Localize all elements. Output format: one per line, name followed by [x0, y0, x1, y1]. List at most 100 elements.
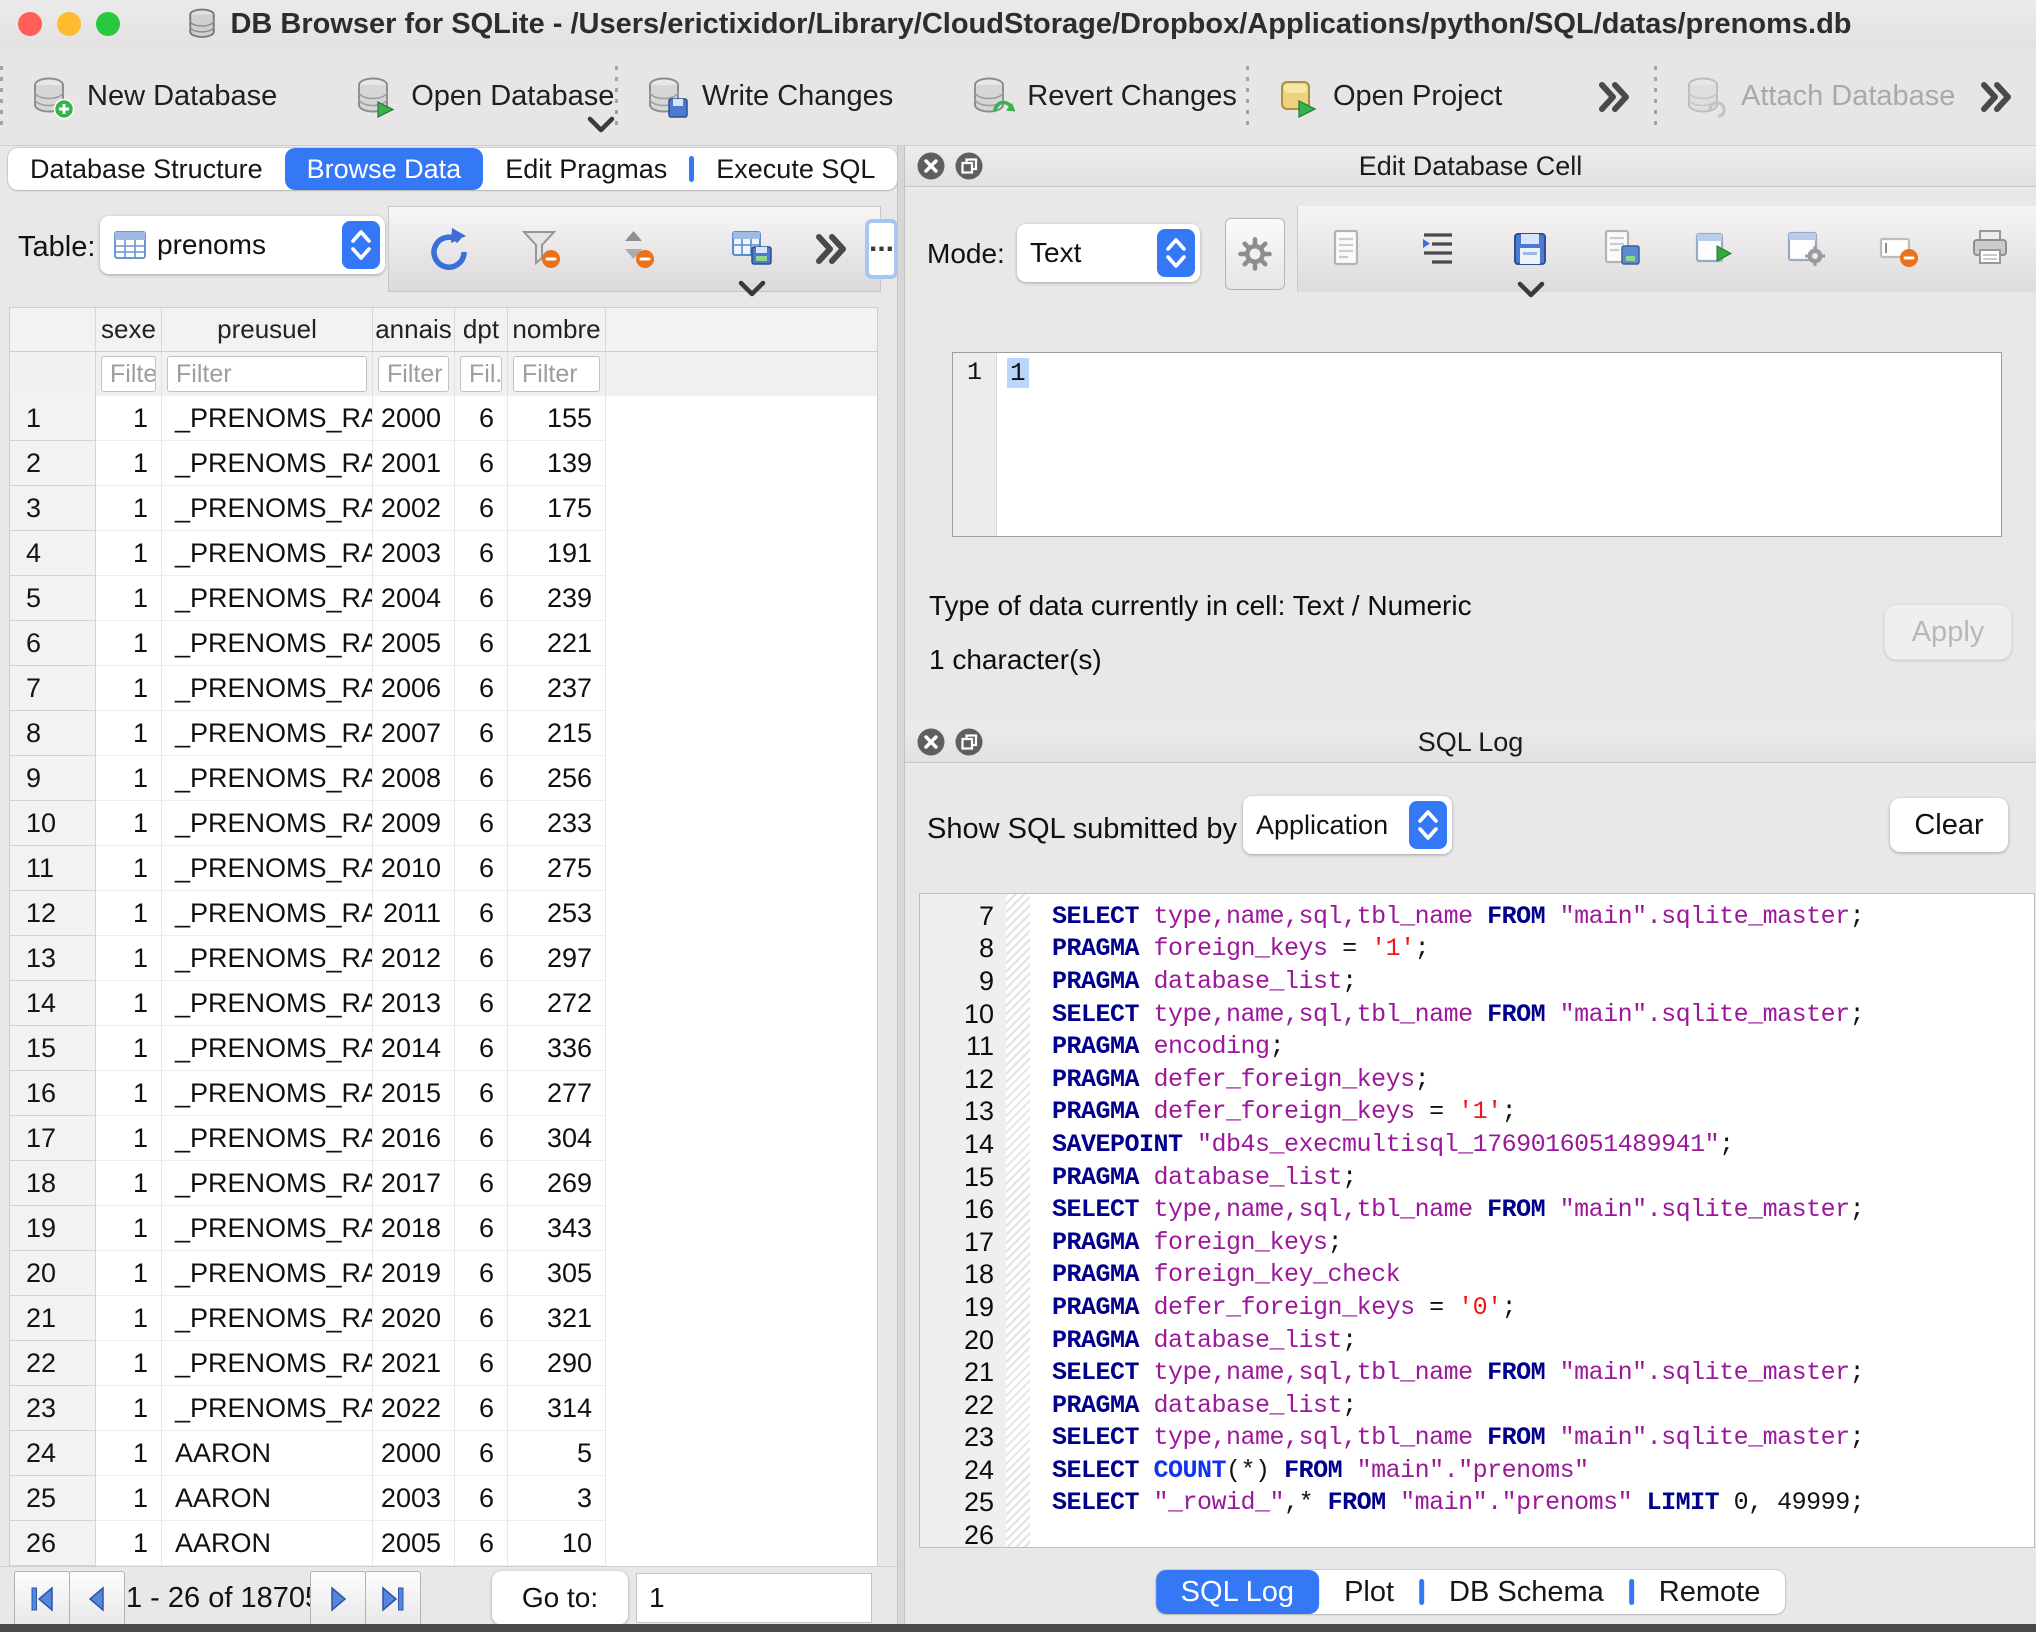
cell-dpt[interactable]: 6	[455, 1431, 508, 1476]
refresh-button[interactable]	[423, 226, 469, 272]
filter-input-nombre[interactable]: Filter	[513, 356, 600, 392]
table-select[interactable]: prenoms	[100, 216, 385, 274]
save-results-dropdown-icon[interactable]	[737, 280, 767, 298]
filter-input-sexe[interactable]: Filter	[101, 356, 156, 392]
cell-preusuel[interactable]: AARON	[162, 1431, 373, 1476]
cell-sexe[interactable]: 1	[96, 1251, 162, 1296]
cell-annais[interactable]: 2010	[373, 846, 455, 891]
save-results-button[interactable]	[729, 226, 775, 272]
row-number[interactable]: 12	[10, 891, 96, 936]
cell-nombre[interactable]: 290	[508, 1341, 606, 1386]
cell-nombre[interactable]: 277	[508, 1071, 606, 1116]
cell-dpt[interactable]: 6	[455, 1521, 508, 1566]
goto-input[interactable]: 1	[636, 1573, 872, 1623]
cell-annais[interactable]: 2006	[373, 666, 455, 711]
cell-preusuel[interactable]: _PRENOMS_RARES	[162, 1206, 373, 1251]
row-number[interactable]: 5	[10, 576, 96, 621]
cell-preusuel[interactable]: _PRENOMS_RARES	[162, 1386, 373, 1431]
row-number[interactable]: 7	[10, 666, 96, 711]
cell-preusuel[interactable]: _PRENOMS_RARES	[162, 1161, 373, 1206]
cell-sexe[interactable]: 1	[96, 1476, 162, 1521]
apply-button[interactable]: Apply	[1884, 604, 2012, 660]
cell-annais[interactable]: 2017	[373, 1161, 455, 1206]
cell-dpt[interactable]: 6	[455, 1161, 508, 1206]
row-number[interactable]: 23	[10, 1386, 96, 1431]
tab-database-structure[interactable]: Database Structure	[8, 148, 285, 190]
row-number[interactable]: 15	[10, 1026, 96, 1071]
cell-dpt[interactable]: 6	[455, 396, 508, 441]
cell-nombre[interactable]: 336	[508, 1026, 606, 1071]
column-header-sexe[interactable]: sexe	[96, 308, 162, 352]
row-number[interactable]: 26	[10, 1521, 96, 1566]
cell-nombre[interactable]: 155	[508, 396, 606, 441]
cell-nombre[interactable]: 305	[508, 1251, 606, 1296]
cell-preusuel[interactable]: _PRENOMS_RARES	[162, 396, 373, 441]
sql-log-view[interactable]: 7SELECT type,name,sql,tbl_name FROM "mai…	[919, 893, 2035, 1548]
cell-annais[interactable]: 2019	[373, 1251, 455, 1296]
cell-sexe[interactable]: 1	[96, 1431, 162, 1476]
cell-dpt[interactable]: 6	[455, 1206, 508, 1251]
table-options-button[interactable]: ...	[865, 219, 898, 279]
row-number[interactable]: 10	[10, 801, 96, 846]
cell-preusuel[interactable]: _PRENOMS_RARES	[162, 756, 373, 801]
row-number[interactable]: 9	[10, 756, 96, 801]
row-number[interactable]: 22	[10, 1341, 96, 1386]
cell-annais[interactable]: 2007	[373, 711, 455, 756]
open-database-button[interactable]: Open Database	[353, 74, 614, 120]
clear-sorting-button[interactable]	[613, 227, 657, 271]
cell-nombre[interactable]: 343	[508, 1206, 606, 1251]
cell-preusuel[interactable]: _PRENOMS_RARES	[162, 801, 373, 846]
cell-dpt[interactable]: 6	[455, 1071, 508, 1116]
cell-sexe[interactable]: 1	[96, 1071, 162, 1116]
cell-sexe[interactable]: 1	[96, 846, 162, 891]
tab-edit-pragmas[interactable]: Edit Pragmas	[483, 148, 689, 190]
cell-sexe[interactable]: 1	[96, 1026, 162, 1071]
filter-input-dpt[interactable]: Fil...	[460, 356, 502, 392]
cell-preusuel[interactable]: _PRENOMS_RARES	[162, 531, 373, 576]
row-number[interactable]: 1	[10, 396, 96, 441]
cell-sexe[interactable]: 1	[96, 711, 162, 756]
cell-dpt[interactable]: 6	[455, 1116, 508, 1161]
set-null-button[interactable]	[1876, 227, 1920, 271]
cell-dpt[interactable]: 6	[455, 1386, 508, 1431]
cell-nombre[interactable]: 233	[508, 801, 606, 846]
cell-preusuel[interactable]: _PRENOMS_RARES	[162, 846, 373, 891]
cell-dpt[interactable]: 6	[455, 891, 508, 936]
sql-log-source-select[interactable]: Application	[1243, 796, 1452, 854]
previous-page-button[interactable]	[69, 1571, 125, 1627]
cell-dpt[interactable]: 6	[455, 756, 508, 801]
cell-annais[interactable]: 2021	[373, 1341, 455, 1386]
tab-execute-sql[interactable]: Execute SQL	[694, 148, 897, 190]
column-header-preusuel[interactable]: preusuel	[162, 308, 373, 352]
row-number[interactable]: 17	[10, 1116, 96, 1161]
cell-preusuel[interactable]: _PRENOMS_RARES	[162, 936, 373, 981]
cell-sexe[interactable]: 1	[96, 981, 162, 1026]
save-dropdown-icon[interactable]	[1516, 281, 1546, 299]
cell-preusuel[interactable]: _PRENOMS_RARES	[162, 1296, 373, 1341]
cell-dpt[interactable]: 6	[455, 1026, 508, 1071]
cell-preusuel[interactable]: _PRENOMS_RARES	[162, 1071, 373, 1116]
cell-dpt[interactable]: 6	[455, 486, 508, 531]
cell-nombre[interactable]: 5	[508, 1431, 606, 1476]
cell-preusuel[interactable]: _PRENOMS_RARES	[162, 1026, 373, 1071]
print-button[interactable]	[1968, 227, 2012, 271]
cell-annais[interactable]: 2000	[373, 396, 455, 441]
cell-dpt[interactable]: 6	[455, 1296, 508, 1341]
new-database-button[interactable]: New Database	[29, 74, 277, 120]
cell-annais[interactable]: 2000	[373, 1431, 455, 1476]
cell-sexe[interactable]: 1	[96, 531, 162, 576]
cell-nombre[interactable]: 221	[508, 621, 606, 666]
cell-dpt[interactable]: 6	[455, 441, 508, 486]
sql-log-source-stepper-icon[interactable]	[1409, 801, 1447, 849]
cell-nombre[interactable]: 237	[508, 666, 606, 711]
cell-annais[interactable]: 2011	[373, 891, 455, 936]
window-gear-button[interactable]	[1784, 227, 1828, 271]
first-page-button[interactable]	[14, 1571, 70, 1627]
mode-select-stepper-icon[interactable]	[1157, 229, 1195, 277]
cell-editor-content[interactable]: 1	[997, 353, 2001, 536]
row-number[interactable]: 18	[10, 1161, 96, 1206]
next-page-button[interactable]	[310, 1571, 366, 1627]
cell-preusuel[interactable]: _PRENOMS_RARES	[162, 1116, 373, 1161]
cell-sexe[interactable]: 1	[96, 1206, 162, 1251]
toolbar-overflow-chevrons-icon[interactable]	[1976, 77, 2016, 117]
